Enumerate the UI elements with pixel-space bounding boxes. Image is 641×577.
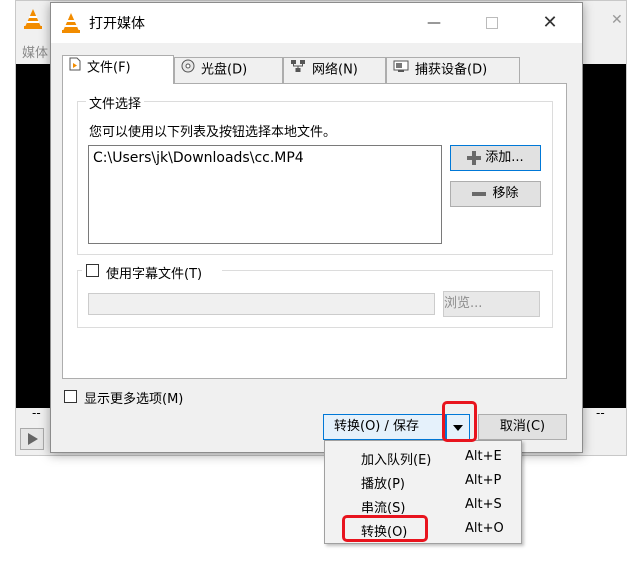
list-item[interactable]: C:\Users\jk\Downloads\cc.MP4 bbox=[93, 150, 304, 166]
plus-icon bbox=[467, 150, 482, 165]
menu-item-shortcut: Alt+P bbox=[465, 473, 502, 488]
remove-button-label: 移除 bbox=[492, 186, 519, 201]
file-selection-legend: 文件选择 bbox=[86, 93, 145, 112]
file-selection-description: 您可以使用以下列表及按钮选择本地文件。 bbox=[89, 125, 337, 140]
menu-item-shortcut: Alt+S bbox=[465, 497, 502, 512]
elapsed-time: -- bbox=[32, 406, 41, 420]
capture-device-icon bbox=[393, 58, 409, 82]
menu-item-enqueue[interactable]: 加入队列(E) Alt+E bbox=[325, 445, 521, 469]
remove-button[interactable]: 移除 bbox=[450, 181, 541, 207]
highlight-box-convert-item bbox=[342, 515, 428, 542]
subtitle-checkbox-label[interactable]: 使用字幕文件(T) bbox=[106, 263, 206, 282]
menu-item-stream[interactable]: 串流(S) Alt+S bbox=[325, 493, 521, 517]
vlc-close-icon[interactable]: ✕ bbox=[611, 12, 623, 28]
show-more-options-checkbox[interactable] bbox=[64, 390, 77, 403]
browse-button: 浏览... bbox=[443, 291, 540, 317]
tab-capture-device[interactable]: 捕获设备(D) bbox=[386, 57, 520, 83]
show-more-options-label[interactable]: 显示更多选项(M) bbox=[84, 388, 183, 407]
file-list[interactable]: C:\Users\jk\Downloads\cc.MP4 bbox=[88, 145, 442, 244]
menu-item-shortcut: Alt+E bbox=[465, 449, 502, 464]
subtitle-path-input bbox=[88, 293, 435, 315]
tab-network[interactable]: 网络(N) bbox=[283, 57, 386, 83]
menu-item-label: 串流(S) bbox=[361, 501, 406, 516]
title-bar: 打开媒体 — ✕ bbox=[51, 3, 582, 43]
maximize-icon[interactable] bbox=[469, 8, 515, 38]
subtitle-checkbox[interactable] bbox=[86, 264, 99, 277]
file-icon bbox=[69, 56, 81, 80]
add-button-label: 添加... bbox=[485, 150, 524, 165]
tab-capture-device-label: 捕获设备(D) bbox=[415, 62, 488, 78]
vlc-cone-icon bbox=[22, 8, 44, 34]
minimize-icon[interactable]: — bbox=[411, 8, 457, 38]
vlc-cone-icon bbox=[61, 12, 81, 38]
menu-item-shortcut: Alt+O bbox=[465, 521, 504, 536]
tab-disc-label: 光盘(D) bbox=[201, 62, 248, 78]
disc-icon bbox=[181, 58, 195, 82]
close-icon[interactable]: ✕ bbox=[527, 8, 573, 38]
total-time: -- bbox=[596, 406, 605, 420]
minus-icon bbox=[472, 191, 487, 196]
highlight-box-dropdown bbox=[442, 401, 477, 442]
vlc-menu-media[interactable]: 媒体 bbox=[22, 42, 48, 61]
cancel-button[interactable]: 取消(C) bbox=[478, 414, 567, 440]
menu-item-label: 加入队列(E) bbox=[361, 453, 432, 468]
dialog-title: 打开媒体 bbox=[89, 16, 145, 32]
convert-save-button[interactable]: 转换(O) / 保存 bbox=[323, 414, 446, 440]
menu-item-label: 播放(P) bbox=[361, 477, 405, 492]
tab-network-label: 网络(N) bbox=[312, 62, 358, 78]
network-icon bbox=[290, 58, 306, 82]
tab-file-label: 文件(F) bbox=[87, 60, 131, 76]
tab-file[interactable]: 文件(F) bbox=[62, 55, 174, 84]
menu-item-play[interactable]: 播放(P) Alt+P bbox=[325, 469, 521, 493]
play-button[interactable] bbox=[20, 428, 44, 450]
add-button[interactable]: 添加... bbox=[450, 145, 541, 171]
tab-disc[interactable]: 光盘(D) bbox=[174, 57, 283, 83]
